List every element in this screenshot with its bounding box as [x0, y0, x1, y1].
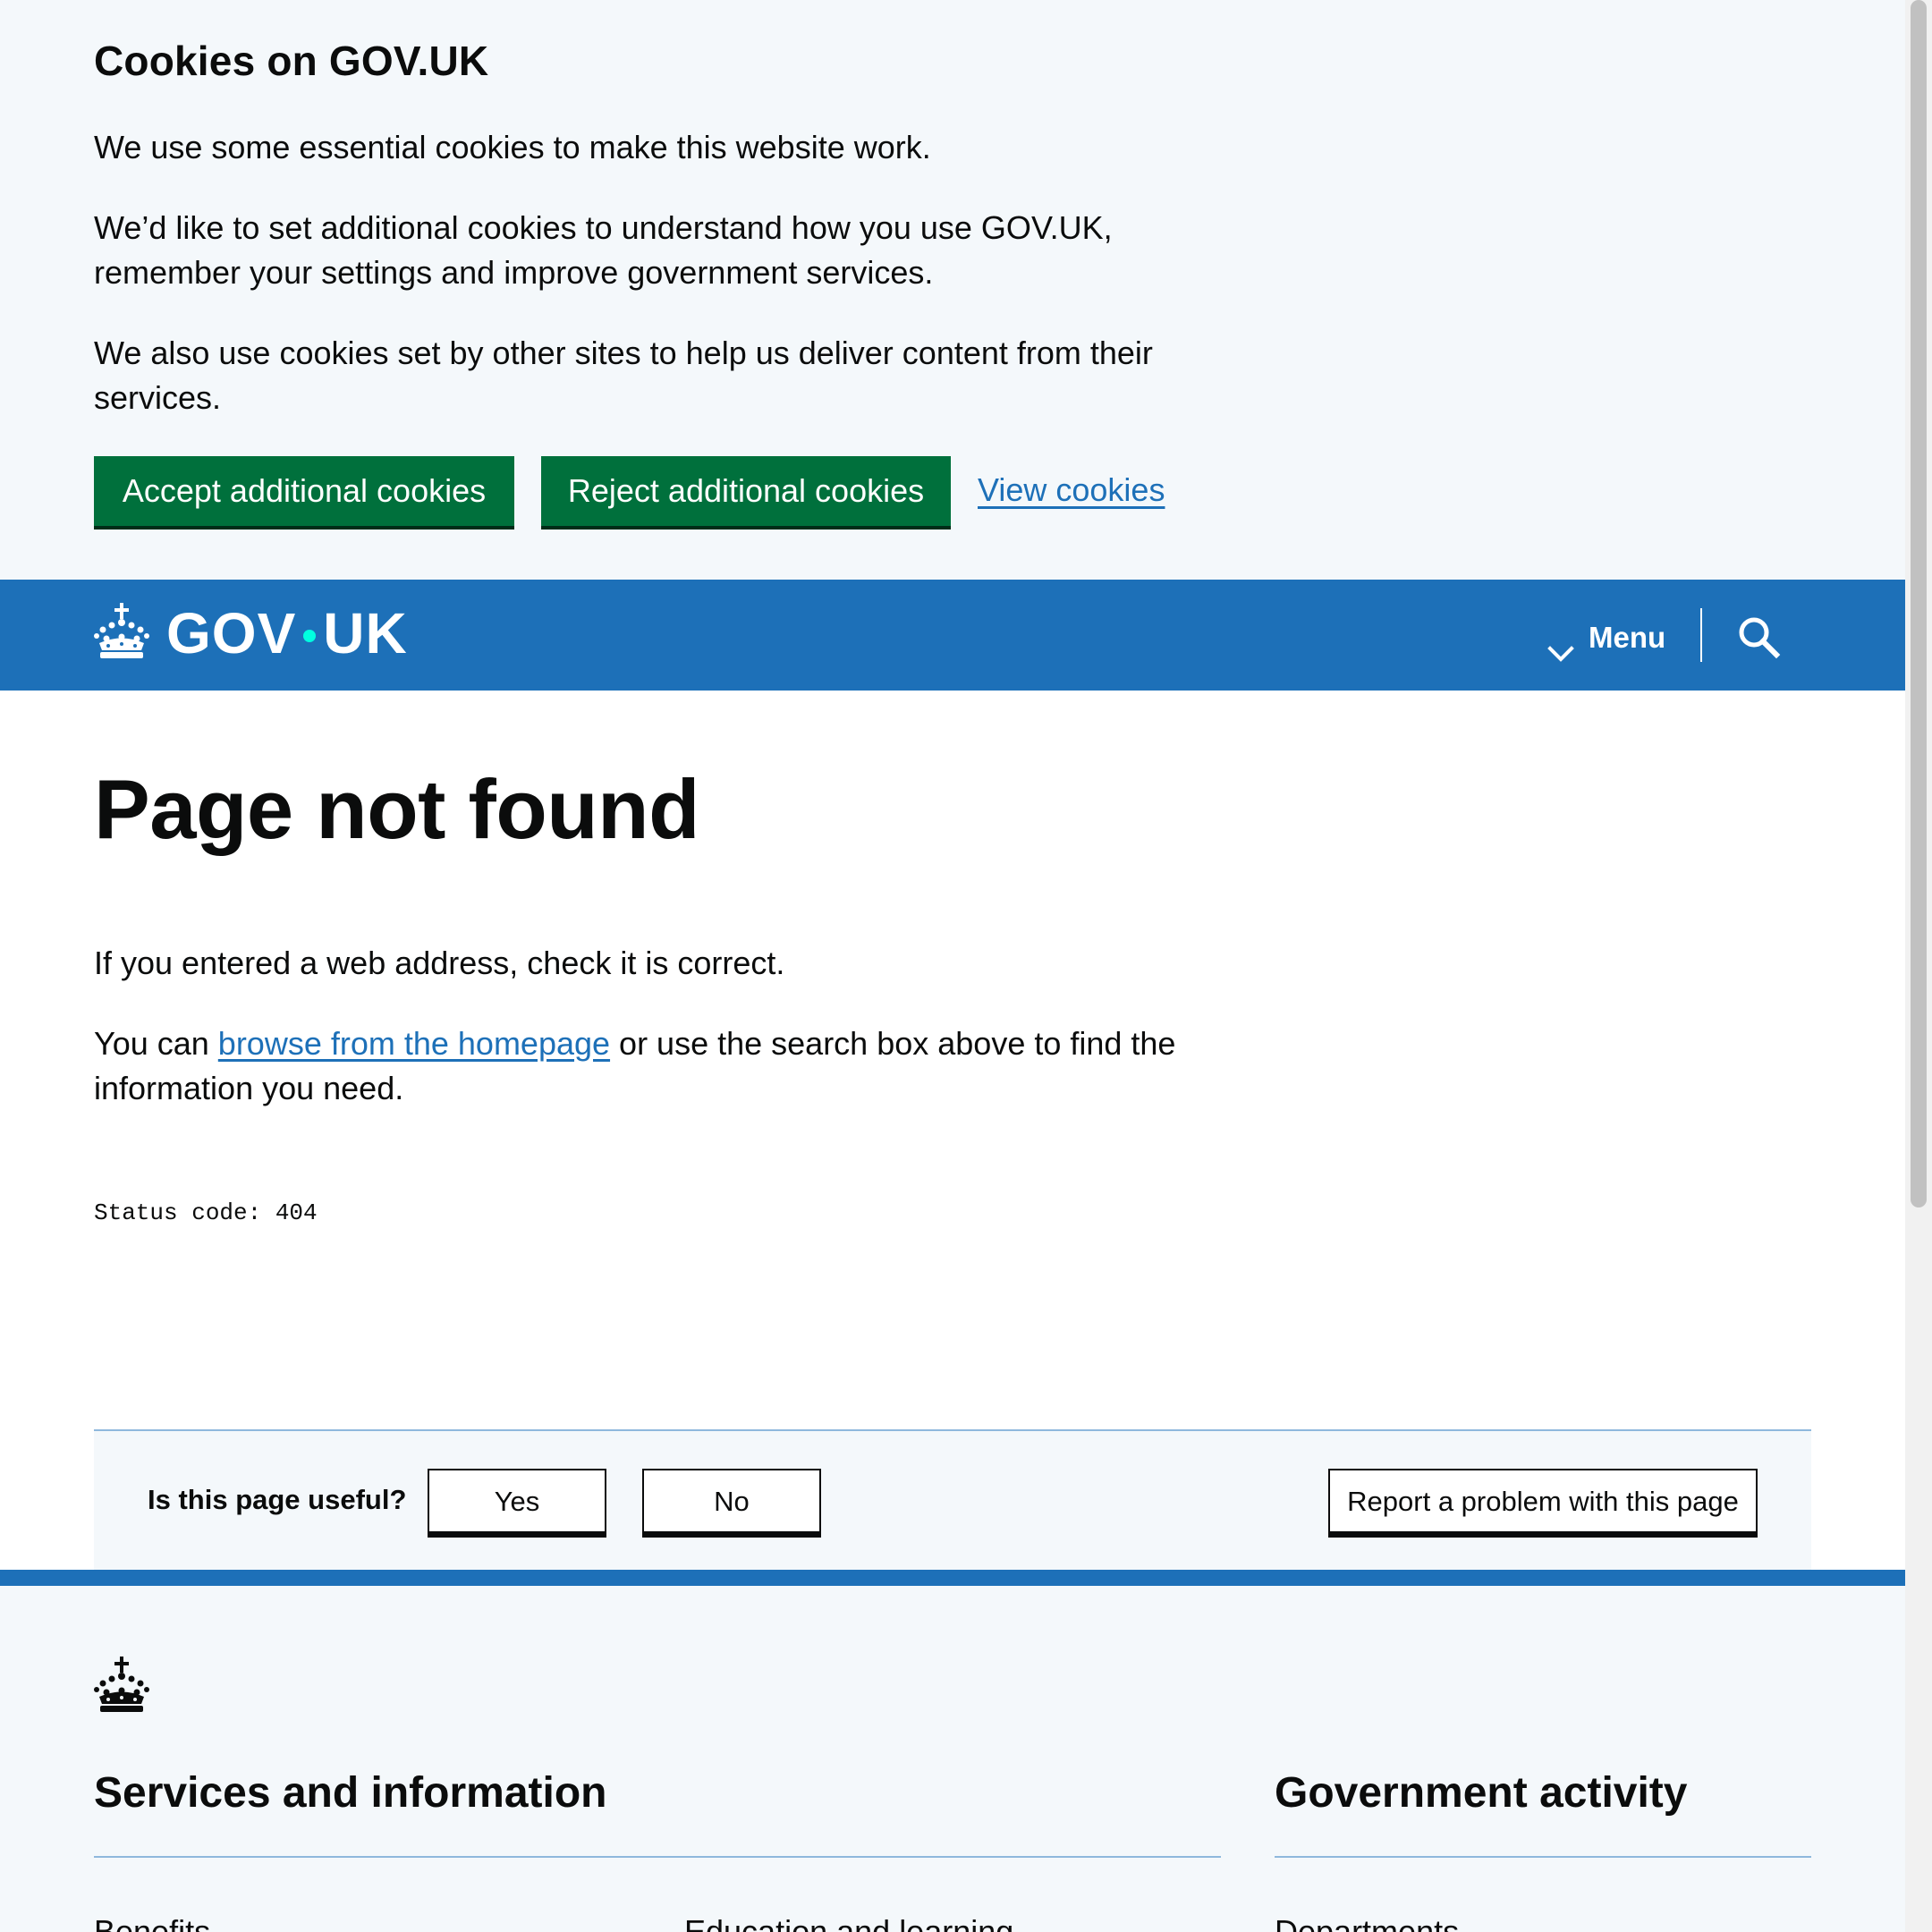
site-footer: [0, 1586, 1905, 1932]
menu-label: Menu: [1589, 621, 1666, 654]
cookie-additional-text: We’d like to set additional cookies to u…: [94, 209, 1113, 291]
view-cookies-link[interactable]: View cookies: [978, 467, 1165, 513]
cookie-third-party-text: We also use cookies set by other sites t…: [94, 335, 1153, 416]
gov-uk-logo[interactable]: GOV UK: [166, 602, 408, 665]
status-code-text: Status code: 404: [94, 1199, 318, 1226]
services-information-heading: Services and information: [94, 1769, 607, 1817]
gov-uk-page: Cookies on GOV.UK We use some essential …: [0, 0, 1905, 1932]
page-useful-no-button[interactable]: No: [642, 1469, 821, 1533]
reject-additional-cookies-button[interactable]: Reject additional cookies: [541, 456, 951, 526]
government-activity-heading: Government activity: [1275, 1769, 1688, 1817]
page-useful-question: Is this page useful?: [148, 1484, 407, 1515]
header-divider: [1700, 608, 1702, 662]
education-learning-link[interactable]: Education and learning: [684, 1909, 1013, 1932]
cookie-banner: Cookies on GOV.UK We use some essential …: [0, 0, 1905, 580]
browse-text-prefix: You can: [94, 1025, 218, 1062]
uk-logo-text: UK: [323, 601, 408, 665]
page-title: Page not found: [94, 762, 700, 856]
report-problem-button[interactable]: Report a problem with this page: [1328, 1469, 1758, 1533]
cookie-essential-text: We use some essential cookies to make th…: [94, 129, 931, 165]
footer-crown-icon: [92, 1657, 151, 1714]
crown-icon[interactable]: [92, 603, 151, 660]
page-feedback-panel: Is this page useful? Yes No Report a pro…: [94, 1429, 1811, 1571]
accept-additional-cookies-button[interactable]: Accept additional cookies: [94, 456, 514, 526]
menu-button[interactable]: Menu: [1547, 610, 1665, 665]
scrollbar-thumb[interactable]: [1911, 0, 1927, 1208]
departments-link[interactable]: Departments: [1275, 1909, 1459, 1932]
benefits-link[interactable]: Benefits: [94, 1909, 210, 1932]
search-icon[interactable]: [1735, 614, 1782, 660]
services-heading-divider: [94, 1856, 1221, 1858]
browse-homepage-link[interactable]: browse from the homepage: [218, 1025, 610, 1062]
browse-instruction-text: You can browse from the homepage or use …: [94, 1021, 1239, 1111]
chevron-down-icon: [1547, 627, 1574, 662]
page-useful-yes-button[interactable]: Yes: [428, 1469, 606, 1533]
address-check-text: If you entered a web address, check it i…: [94, 945, 785, 981]
cookie-banner-title: Cookies on GOV.UK: [94, 38, 489, 84]
activity-heading-divider: [1275, 1856, 1811, 1858]
logo-dot: [303, 630, 317, 642]
gov-logo-text: GOV: [166, 601, 297, 665]
footer-top-border: [0, 1570, 1905, 1586]
